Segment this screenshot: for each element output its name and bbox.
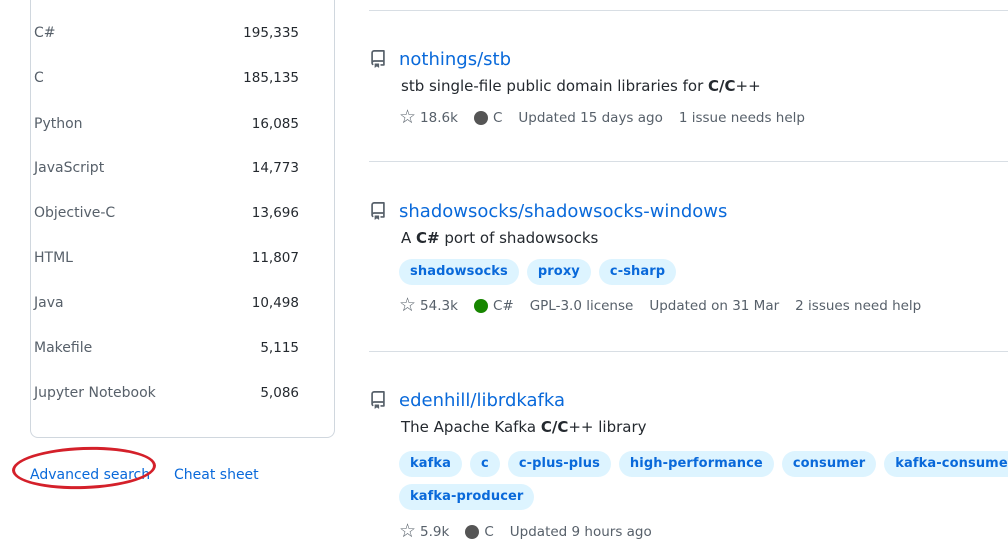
star-icon[interactable]: ☆ xyxy=(399,522,416,541)
language-filter-item[interactable]: Objective-C 13,696 xyxy=(34,203,299,223)
topic-list: shadowsocks proxy c-sharp xyxy=(399,259,684,285)
language-count: 5,115 xyxy=(260,340,299,356)
language-name: JavaScript xyxy=(34,160,105,176)
license-text: GPL-3.0 license xyxy=(529,297,634,314)
topic-tag[interactable]: c xyxy=(470,451,500,477)
repo-meta: ☆ 5.9k C Updated 9 hours ago xyxy=(399,522,668,541)
language-count: 10,498 xyxy=(251,295,299,311)
repo-title: shadowsocks/shadowsocks-windows xyxy=(369,198,727,224)
language-color-dot xyxy=(473,110,488,125)
language-count: 195,335 xyxy=(243,25,299,41)
language-name: HTML xyxy=(34,250,73,266)
star-icon[interactable]: ☆ xyxy=(399,296,416,315)
language-filter-item[interactable]: Java 10,498 xyxy=(34,293,299,313)
repo-title: nothings/stb xyxy=(369,46,511,72)
repo-link[interactable]: nothings/stb xyxy=(399,49,511,70)
language-count: 14,773 xyxy=(251,160,299,176)
language-filter-item[interactable]: HTML 11,807 xyxy=(34,248,299,268)
updated-text: Updated 15 days ago xyxy=(518,109,663,126)
language-filter-item[interactable]: JavaScript 14,773 xyxy=(34,158,299,178)
repo-meta: ☆ 18.6k C Updated 15 days ago 1 issue ne… xyxy=(399,108,821,127)
result-divider xyxy=(369,351,1008,352)
help-wanted-issues[interactable]: 2 issues need help xyxy=(795,298,921,314)
repo-description: stb single-file public domain libraries … xyxy=(401,77,761,95)
updated-text: Updated 9 hours ago xyxy=(509,523,652,540)
language-filter-item[interactable]: C 185,135 xyxy=(34,68,299,88)
language-filter-item[interactable]: Jupyter Notebook 5,086 xyxy=(34,383,299,403)
topic-tag[interactable]: kafka xyxy=(399,451,462,477)
language-count: 13,696 xyxy=(251,205,299,221)
language-color-dot xyxy=(465,524,480,539)
language-count: 185,135 xyxy=(243,70,299,86)
repo-link[interactable]: edenhill/librdkafka xyxy=(399,390,565,411)
repo-meta: ☆ 54.3k C# GPL-3.0 license Updated on 31… xyxy=(399,296,937,315)
star-count[interactable]: 18.6k xyxy=(420,110,458,126)
topic-tag[interactable]: proxy xyxy=(526,259,591,285)
repo-description: The Apache Kafka C/C++ library xyxy=(401,418,647,436)
topic-list: kafka-producer xyxy=(399,484,542,510)
help-wanted-issues[interactable]: 1 issue needs help xyxy=(679,110,805,126)
language-filter-item[interactable]: Makefile 5,115 xyxy=(34,338,299,358)
highlight-ellipse xyxy=(11,444,157,492)
topic-tag[interactable]: consumer xyxy=(781,451,877,477)
language-color-dot xyxy=(473,298,488,313)
language-name: Java xyxy=(34,295,64,311)
topic-tag[interactable]: c-plus-plus xyxy=(507,451,611,477)
topic-tag[interactable]: kafka-consumer xyxy=(884,451,1008,477)
topic-tag[interactable]: shadowsocks xyxy=(399,259,519,285)
result-divider xyxy=(369,10,1008,11)
star-count[interactable]: 5.9k xyxy=(420,524,449,540)
repo-language: C# xyxy=(492,297,514,314)
star-count[interactable]: 54.3k xyxy=(420,298,458,314)
repo-link[interactable]: shadowsocks/shadowsocks-windows xyxy=(399,201,727,222)
language-name: Makefile xyxy=(34,340,93,356)
star-icon[interactable]: ☆ xyxy=(399,108,416,127)
language-count: 16,085 xyxy=(251,116,299,132)
language-filter-item[interactable]: Python 16,085 xyxy=(34,114,299,134)
cheat-sheet-link[interactable]: Cheat sheet xyxy=(174,467,259,483)
topic-list: kafka c c-plus-plus high-performance con… xyxy=(399,451,1008,477)
language-filter-item[interactable]: C# 195,335 xyxy=(34,23,299,43)
language-count: 5,086 xyxy=(260,385,299,401)
result-divider xyxy=(369,161,1008,162)
topic-tag[interactable]: kafka-producer xyxy=(399,484,535,510)
repo-description: A C# port of shadowsocks xyxy=(401,229,599,247)
repo-icon xyxy=(371,391,385,409)
topic-tag[interactable]: high-performance xyxy=(618,451,774,477)
repo-icon xyxy=(371,50,385,68)
repo-language: C xyxy=(492,109,503,126)
language-name: Python xyxy=(34,116,83,132)
language-name: Jupyter Notebook xyxy=(34,385,156,401)
updated-text: Updated on 31 Mar xyxy=(649,297,780,314)
repo-icon xyxy=(371,202,385,220)
repo-language: C xyxy=(484,523,494,540)
topic-tag[interactable]: c-sharp xyxy=(598,259,677,285)
repo-title: edenhill/librdkafka xyxy=(369,387,565,413)
language-name: C xyxy=(34,70,44,86)
language-count: 11,807 xyxy=(251,250,299,266)
language-name: C# xyxy=(34,25,56,41)
language-name: Objective-C xyxy=(34,205,116,221)
